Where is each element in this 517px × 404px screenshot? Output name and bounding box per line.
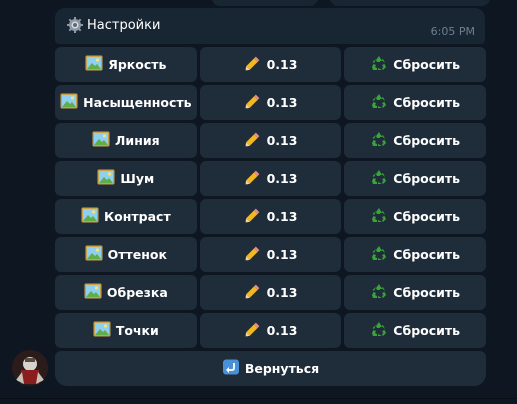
recycle-icon — [370, 131, 388, 150]
reset-label: Сбросить — [393, 171, 461, 186]
value-label: 0.13 — [266, 95, 298, 110]
value-button[interactable]: 0.13 — [199, 161, 342, 196]
param-button[interactable]: Точки — [55, 313, 197, 348]
param-label: Насыщенность — [83, 95, 192, 110]
recycle-icon — [370, 207, 388, 226]
value-button[interactable]: 0.13 — [199, 199, 342, 234]
picture-icon — [92, 131, 110, 150]
keyboard-row: Контраст 0.13 Сбросить — [55, 199, 487, 234]
recycle-icon — [370, 93, 388, 112]
recycle-icon — [370, 283, 388, 302]
value-label: 0.13 — [266, 209, 298, 224]
param-button[interactable]: Насыщенность — [55, 85, 197, 120]
picture-icon — [93, 321, 111, 340]
reset-button[interactable]: Сбросить — [344, 161, 487, 196]
reset-button[interactable]: Сбросить — [344, 47, 487, 82]
chat-area: Настройки 6:05 PM Яркость 0.13 Сбросить Нас… — [0, 0, 517, 404]
reset-label: Сбросить — [393, 95, 461, 110]
keyboard-row: Яркость 0.13 Сбросить — [55, 47, 487, 82]
reset-label: Сбросить — [393, 209, 461, 224]
reset-button[interactable]: Сбросить — [344, 85, 487, 120]
reset-button[interactable]: Сбросить — [344, 275, 487, 310]
keyboard-row: Точки 0.13 Сбросить — [55, 313, 487, 348]
keyboard-row: Шум 0.13 Сбросить — [55, 161, 487, 196]
picture-icon — [97, 169, 115, 188]
value-button[interactable]: 0.13 — [199, 85, 342, 120]
param-label: Яркость — [108, 57, 167, 72]
message-time: 6:05 PM — [430, 25, 475, 38]
value-label: 0.13 — [266, 285, 298, 300]
value-label: 0.13 — [266, 57, 298, 72]
param-button[interactable]: Яркость — [55, 47, 197, 82]
pencil-icon — [244, 207, 262, 226]
back-label: Вернуться — [244, 361, 320, 376]
param-label: Оттенок — [107, 247, 167, 262]
keyboard-row: Линия 0.13 Сбросить — [55, 123, 487, 158]
pencil-icon — [244, 321, 262, 340]
pencil-icon — [244, 55, 262, 74]
value-button[interactable]: 0.13 — [199, 275, 342, 310]
composer-divider — [0, 398, 517, 399]
value-button[interactable]: 0.13 — [199, 47, 342, 82]
param-label: Контраст — [103, 209, 171, 224]
avatar-image — [12, 350, 48, 386]
message-title-text: Настройки — [87, 17, 161, 33]
param-button[interactable]: Линия — [55, 123, 197, 158]
back-button[interactable]: Вернуться — [55, 351, 486, 386]
reset-label: Сбросить — [393, 323, 461, 338]
param-label: Шум — [120, 171, 155, 186]
value-button[interactable]: 0.13 — [199, 313, 342, 348]
param-label: Точки — [115, 323, 159, 338]
reset-button[interactable]: Сбросить — [344, 237, 487, 272]
reset-label: Сбросить — [393, 247, 461, 262]
recycle-icon — [370, 321, 388, 340]
previous-message-stub — [330, 0, 490, 6]
pencil-icon — [244, 283, 262, 302]
keyboard-row: Вернуться — [55, 351, 486, 386]
reset-button[interactable]: Сбросить — [344, 313, 487, 348]
param-button[interactable]: Шум — [55, 161, 197, 196]
value-button[interactable]: 0.13 — [199, 123, 342, 158]
pencil-icon — [244, 245, 262, 264]
value-button[interactable]: 0.13 — [199, 237, 342, 272]
pencil-icon — [244, 169, 262, 188]
inline-keyboard: Яркость 0.13 Сбросить Насыщенность 0.13 Сброс… — [55, 44, 487, 386]
value-label: 0.13 — [266, 171, 298, 186]
reset-label: Сбросить — [393, 285, 461, 300]
param-label: Обрезка — [106, 285, 168, 300]
return-arrow-icon — [222, 359, 240, 378]
picture-icon — [84, 283, 102, 302]
previous-message-stub — [212, 0, 318, 6]
value-label: 0.13 — [266, 247, 298, 262]
recycle-icon — [370, 169, 388, 188]
pencil-icon — [244, 93, 262, 112]
avatar[interactable] — [12, 350, 48, 386]
picture-icon — [85, 245, 103, 264]
param-button[interactable]: Контраст — [55, 199, 197, 234]
keyboard-row: Оттенок 0.13 Сбросить — [55, 237, 487, 272]
pencil-icon — [244, 131, 262, 150]
param-label: Линия — [115, 133, 160, 148]
reset-label: Сбросить — [393, 57, 461, 72]
reset-button[interactable]: Сбросить — [344, 199, 487, 234]
reset-button[interactable]: Сбросить — [344, 123, 487, 158]
keyboard-row: Насыщенность 0.13 Сбросить — [55, 85, 487, 120]
reset-label: Сбросить — [393, 133, 461, 148]
keyboard-row: Обрезка 0.13 Сбросить — [55, 275, 487, 310]
message-bubble: Настройки 6:05 PM — [55, 8, 485, 44]
message-title: Настройки — [67, 17, 160, 33]
picture-icon — [85, 55, 103, 74]
recycle-icon — [370, 55, 388, 74]
picture-icon — [60, 93, 78, 112]
param-button[interactable]: Оттенок — [55, 237, 197, 272]
value-label: 0.13 — [266, 323, 298, 338]
recycle-icon — [370, 245, 388, 264]
picture-icon — [81, 207, 99, 226]
gear-icon — [67, 17, 83, 33]
value-label: 0.13 — [266, 133, 298, 148]
param-button[interactable]: Обрезка — [55, 275, 197, 310]
